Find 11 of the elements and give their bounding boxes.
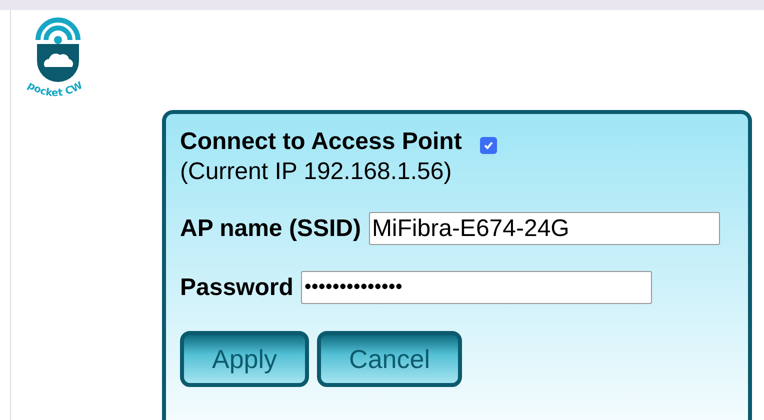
password-field[interactable]: ••••••••••••••: [301, 271, 652, 304]
checkmark-icon: [482, 140, 494, 150]
connect-checkbox[interactable]: [480, 136, 497, 154]
ssid-label: AP name (SSID): [180, 214, 361, 242]
apply-button[interactable]: Apply: [180, 331, 310, 387]
panel-title: Connect to Access Point: [180, 128, 462, 156]
current-ip-text: (Current IP 192.168.1.56): [180, 158, 453, 186]
cancel-button[interactable]: Cancel: [317, 331, 462, 387]
logo-drawing: pocket CW: [23, 15, 93, 101]
password-label: Password: [180, 274, 294, 302]
ssid-field[interactable]: MiFibra-E674-24G: [368, 212, 720, 245]
